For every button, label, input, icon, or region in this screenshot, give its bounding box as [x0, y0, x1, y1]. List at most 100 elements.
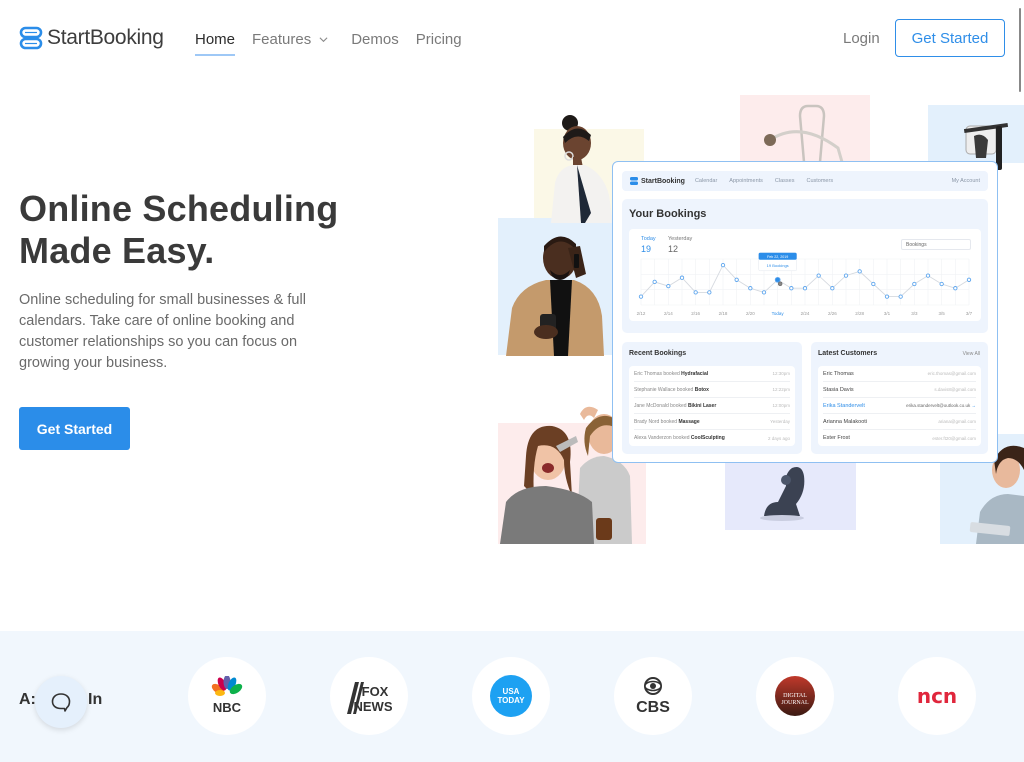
- hero-title-line2: Made Easy.: [19, 230, 215, 271]
- hero-get-started-button[interactable]: Get Started: [19, 407, 130, 450]
- list-item: Alexa Vanderzon booked CoolSculpting 2 da…: [634, 435, 790, 441]
- chart-point: [679, 275, 685, 280]
- press-logo-cbs[interactable]: CBS: [614, 657, 692, 735]
- list-item: Eric Thomas eric.thomas@gmail.com: [823, 366, 976, 382]
- photo-businesswoman: [551, 115, 613, 223]
- chart-x-tick-label: 3/3: [911, 311, 918, 316]
- list-item: Ester Frost ester.ft20@gmail.com: [823, 435, 976, 441]
- digital-journal-logo-icon: DIGITAL JOURNAL: [775, 676, 815, 716]
- nbc-peacock-icon: NBC: [211, 676, 243, 715]
- mockup-recent-bookings: Recent Bookings Eric Thomas booked Hydra…: [622, 342, 802, 454]
- hero-title: Online Scheduling Made Easy.: [19, 188, 338, 272]
- chat-bubble-icon: [51, 693, 71, 712]
- mockup-nav-calendar: Calendar: [694, 178, 718, 184]
- mockup-nav-classes: Classes: [774, 178, 795, 184]
- nav-demos-label: Demos: [351, 30, 399, 48]
- chart-point: [884, 294, 890, 299]
- list-item: Eric Thomas booked Hydrafacial 12:30pm: [634, 366, 790, 382]
- mockup-chart-card: Today Yesterday 19 12 Bookings 2/12 2/14 2…: [629, 229, 981, 321]
- chart-point: [761, 290, 767, 295]
- photo-man-on-phone: [506, 236, 604, 356]
- fox-news-logo-icon: FOX NEWS: [347, 682, 393, 714]
- as-seen-in-section: A: In NBC FOX NEWS USA TODAY CBS DIGITAL…: [0, 631, 1024, 762]
- press-logo-usa-today[interactable]: USA TODAY: [472, 657, 550, 735]
- mockup-my-account: My Account: [951, 178, 980, 184]
- list-item: Stasia Davis s.davis8@gmail.com: [823, 382, 976, 398]
- chart-point: [939, 281, 944, 287]
- chart-point: [652, 279, 657, 285]
- svg-text:ncn: ncn: [917, 684, 957, 708]
- svg-text:NEWS: NEWS: [354, 699, 393, 714]
- recent-bookings-title: Recent Bookings: [629, 350, 687, 357]
- mockup-line-chart: 2/12 2/14 2/16 2/18 2/20 Today 2/24 2/26 2/28 3/1…: [637, 252, 973, 316]
- page-scrollbar[interactable]: [1019, 8, 1021, 92]
- press-logo-digital-journal[interactable]: DIGITAL JOURNAL: [756, 657, 834, 735]
- svg-text:CBS: CBS: [636, 699, 670, 716]
- usa-today-logo-icon: USA TODAY: [490, 675, 532, 717]
- chart-x-tick-label: 3/5: [939, 311, 946, 316]
- dashboard-mockup: StartBooking Calendar Appointments Class…: [612, 161, 998, 463]
- list-item: Arianna Malakooti ariana@gmail.com: [823, 414, 976, 430]
- chart-point: [871, 281, 876, 287]
- svg-text:FOX: FOX: [362, 684, 389, 699]
- nav-pricing[interactable]: Pricing: [416, 29, 462, 49]
- arrow-right-icon: →: [971, 403, 977, 408]
- chart-point: [953, 286, 958, 291]
- chart-x-tick-label: 2/18: [719, 311, 728, 316]
- cbs-eye-icon: CBS: [636, 677, 670, 716]
- mockup-nav: StartBooking Calendar Appointments Class…: [622, 171, 988, 191]
- nav-home[interactable]: Home: [195, 29, 236, 56]
- list-item: Brady Nord booked Massage Yesterday: [634, 414, 790, 430]
- hero-description: Online scheduling for small businesses &…: [19, 292, 306, 371]
- mockup-logo-icon: [630, 177, 638, 185]
- chart-x-tick-label: 2/20: [746, 311, 755, 316]
- chart-point: [843, 273, 849, 278]
- chart-x-tick-label: 2/26: [828, 311, 837, 316]
- brand-name: StartBooking: [47, 26, 164, 49]
- nav-demos[interactable]: Demos: [351, 29, 399, 49]
- header-get-started-button[interactable]: Get Started: [895, 19, 1005, 57]
- chart-x-tick-label: 2/14: [664, 311, 673, 316]
- mockup-nav-customers: Customers: [806, 178, 834, 184]
- chart-point: [638, 294, 644, 299]
- chart-x-tick-label: 2/16: [691, 311, 700, 316]
- chart-x-tick-label: 3/1: [884, 311, 891, 316]
- login-link[interactable]: Login: [843, 30, 880, 47]
- chevron-down-icon: [319, 36, 328, 42]
- brand-logo[interactable]: StartBooking: [19, 26, 164, 50]
- chart-point: [789, 286, 794, 291]
- as-seen-in-label: A: In: [19, 691, 103, 708]
- mockup-title: Your Bookings: [629, 208, 707, 220]
- chart-tooltip-value: 19 Bookings: [767, 263, 789, 268]
- svg-text:JOURNAL: JOURNAL: [781, 700, 809, 706]
- mockup-nav-appointments: Appointments: [729, 178, 763, 184]
- svg-text:DIGITAL: DIGITAL: [783, 693, 807, 699]
- recent-bookings-list: Eric Thomas booked Hydrafacial 12:30pm St…: [629, 366, 795, 446]
- chart-x-tick-label: 2/28: [855, 311, 864, 316]
- press-logo-fox-news[interactable]: FOX NEWS: [330, 657, 408, 735]
- chart-point: [816, 273, 821, 278]
- site-header: StartBooking Home Features Demos Pricing…: [0, 0, 1024, 76]
- chart-point: [748, 286, 753, 291]
- press-logo-ncn[interactable]: ncn: [898, 657, 976, 735]
- chart-x-tick-label: Today: [772, 311, 785, 316]
- mockup-brand: StartBooking: [641, 177, 685, 185]
- chat-widget-button[interactable]: [35, 676, 87, 728]
- press-logo-nbc[interactable]: NBC: [188, 657, 266, 735]
- mockup-latest-customers: Latest Customers View All Eric Thomas eri…: [811, 342, 988, 454]
- main-nav: Home Features Demos Pricing: [195, 29, 479, 56]
- chart-point: [707, 290, 712, 295]
- nav-features[interactable]: Features: [252, 29, 328, 49]
- nav-home-label: Home: [195, 30, 236, 48]
- latest-customers-list: Eric Thomas eric.thomas@gmail.com Stasia …: [818, 366, 981, 446]
- chart-point: [912, 281, 917, 287]
- svg-text:TODAY: TODAY: [497, 696, 525, 705]
- chart-point: [857, 269, 862, 274]
- nav-features-label: Features: [252, 30, 312, 48]
- chart-point: [802, 286, 808, 291]
- chart-point: [925, 273, 931, 278]
- list-item-highlighted: Erika Standervelt erika.standervelt@outlo…: [823, 398, 976, 414]
- list-item: Stephanie Wallace booked Botox 12:22pm: [634, 382, 790, 398]
- mockup-logo: StartBooking: [630, 177, 685, 185]
- ncn-logo-icon: ncn: [917, 684, 957, 708]
